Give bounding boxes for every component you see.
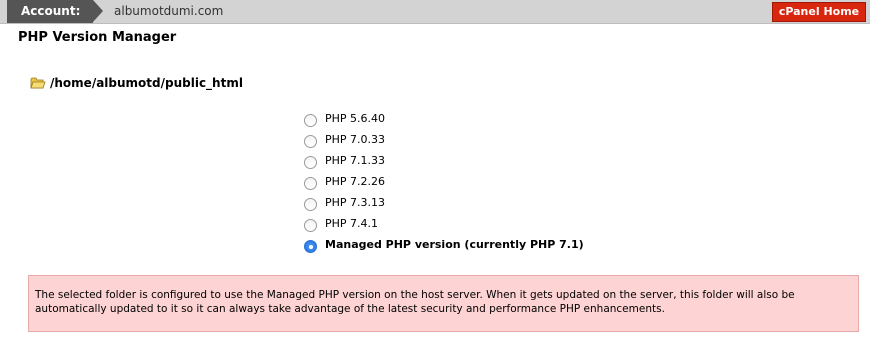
top-bar: Account: albumotdumi.com cPanel Home	[0, 0, 870, 24]
page-title: PHP Version Manager	[18, 30, 177, 45]
php-option-label: PHP 7.2.26	[325, 175, 386, 188]
radio-unselected[interactable]	[304, 198, 317, 211]
radio-unselected[interactable]	[304, 219, 317, 232]
radio-unselected[interactable]	[304, 135, 317, 148]
php-option-label: PHP 7.4.1	[325, 217, 379, 230]
php-option-label: PHP 5.6.40	[325, 112, 386, 125]
php-option-label: PHP 7.3.13	[325, 196, 386, 209]
radio-unselected[interactable]	[304, 177, 317, 190]
folder-path-row: /home/albumotd/public_html	[30, 75, 243, 91]
radio-unselected[interactable]	[304, 114, 317, 127]
cpanel-home-button[interactable]: cPanel Home	[772, 2, 866, 22]
radio-selected[interactable]	[304, 240, 317, 253]
php-option[interactable]: Managed PHP version (currently PHP 7.1)	[304, 234, 584, 255]
account-label: Account:	[7, 0, 103, 23]
account-domain: albumotdumi.com	[114, 4, 224, 18]
php-option[interactable]: PHP 5.6.40	[304, 108, 584, 129]
php-option-label: PHP 7.0.33	[325, 133, 386, 146]
notice-text: The selected folder is configured to use…	[35, 289, 795, 315]
php-option[interactable]: PHP 7.4.1	[304, 213, 584, 234]
php-option[interactable]: PHP 7.2.26	[304, 171, 584, 192]
radio-unselected[interactable]	[304, 156, 317, 169]
folder-icon	[30, 77, 46, 89]
php-option-label: Managed PHP version (currently PHP 7.1)	[325, 238, 584, 251]
php-option[interactable]: PHP 7.3.13	[304, 192, 584, 213]
folder-path: /home/albumotd/public_html	[50, 76, 243, 90]
managed-php-notice: The selected folder is configured to use…	[28, 275, 859, 332]
php-option-label: PHP 7.1.33	[325, 154, 386, 167]
php-option[interactable]: PHP 7.0.33	[304, 129, 584, 150]
php-option[interactable]: PHP 7.1.33	[304, 150, 584, 171]
php-version-options: PHP 5.6.40 PHP 7.0.33 PHP 7.1.33 PHP 7.2.26…	[304, 108, 584, 255]
